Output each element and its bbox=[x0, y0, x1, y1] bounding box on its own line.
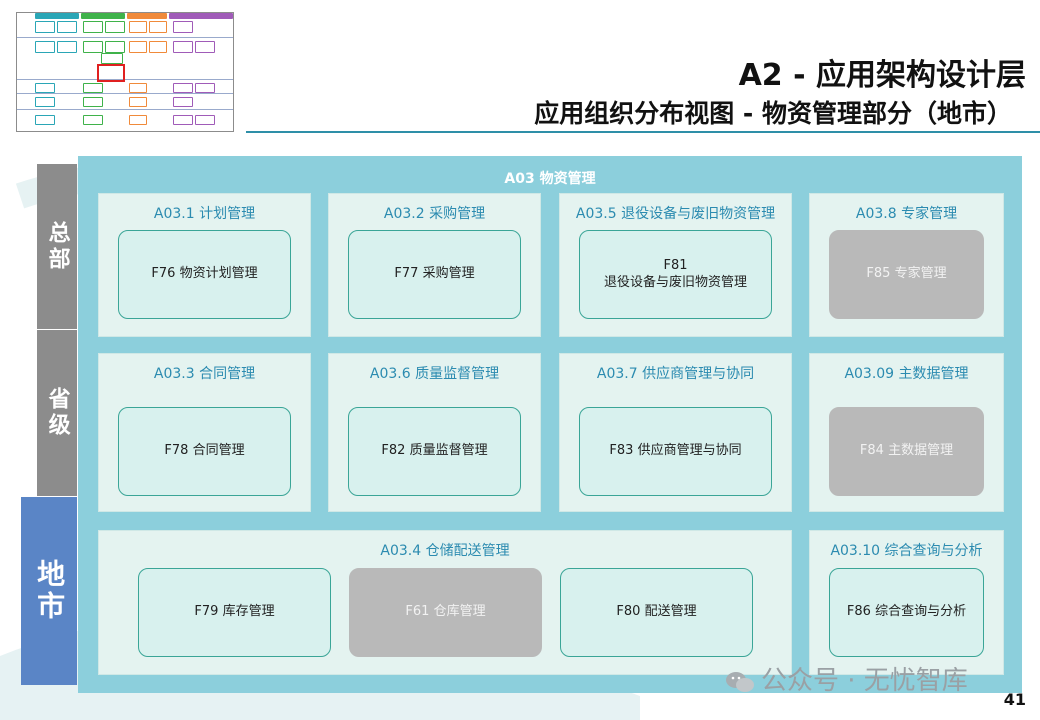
group-warehouse-distribution: A03.4 仓储配送管理 F79 库存管理 F61 仓库管理 F80 配送管理 bbox=[98, 530, 792, 675]
thumb-cell bbox=[101, 53, 123, 64]
function-box-unavailable[interactable]: F84 主数据管理 bbox=[829, 407, 984, 496]
group-title: A03.5 退役设备与废旧物资管理 bbox=[575, 206, 776, 222]
overview-thumbnail bbox=[16, 12, 234, 132]
group-plan: A03.1 计划管理 F76 物资计划管理 bbox=[98, 193, 311, 337]
thumb-cell bbox=[129, 115, 147, 125]
watermark: 公众号 · 无忧智库 bbox=[725, 660, 968, 697]
thumb-row bbox=[17, 37, 233, 38]
thumb-cell bbox=[195, 41, 215, 53]
level-city: 地市 bbox=[21, 497, 77, 685]
group-title: A03.7 供应商管理与协同 bbox=[596, 366, 755, 382]
thumb-cell bbox=[129, 21, 147, 33]
domain-title: A03 物资管理 bbox=[504, 171, 596, 187]
function-box-unavailable[interactable]: F85 专家管理 bbox=[829, 230, 984, 319]
group-procurement: A03.2 采购管理 F77 采购管理 bbox=[328, 193, 541, 337]
thumb-header bbox=[127, 13, 167, 19]
thumb-cell bbox=[83, 41, 103, 53]
group-supplier: A03.7 供应商管理与协同 F83 供应商管理与协同 bbox=[559, 353, 792, 512]
thumb-cell bbox=[83, 115, 103, 125]
thumb-cell bbox=[83, 97, 103, 107]
function-box[interactable]: F77 采购管理 bbox=[348, 230, 521, 319]
thumb-cell bbox=[149, 21, 167, 33]
thumb-row bbox=[17, 109, 233, 110]
group-title: A03.6 质量监督管理 bbox=[369, 366, 500, 382]
thumb-cell bbox=[35, 21, 55, 33]
page-title: A2 - 应用架构设计层 bbox=[738, 58, 1026, 93]
thumb-row bbox=[17, 93, 233, 94]
thumb-cell bbox=[173, 115, 193, 125]
thumb-cell bbox=[83, 21, 103, 33]
wechat-icon bbox=[726, 671, 754, 692]
thumb-cell bbox=[105, 21, 125, 33]
thumb-cell bbox=[129, 97, 147, 107]
group-title: A03.3 合同管理 bbox=[153, 366, 256, 382]
group-expert: A03.8 专家管理 F85 专家管理 bbox=[809, 193, 1004, 337]
thumb-cell bbox=[35, 41, 55, 53]
group-retired-equipment: A03.5 退役设备与废旧物资管理 F81 退役设备与废旧物资管理 bbox=[559, 193, 792, 337]
page-subtitle: 应用组织分布视图 - 物资管理部分（地市） bbox=[534, 99, 1012, 128]
thumb-row bbox=[17, 79, 233, 80]
thumb-cell bbox=[35, 97, 55, 107]
thumb-cell bbox=[105, 41, 125, 53]
thumb-header bbox=[169, 13, 233, 19]
group-title: A03.10 综合查询与分析 bbox=[830, 543, 983, 559]
watermark-text: 公众号 · 无忧智库 bbox=[761, 666, 968, 696]
function-box[interactable]: F81 退役设备与废旧物资管理 bbox=[579, 230, 772, 319]
function-box[interactable]: F76 物资计划管理 bbox=[118, 230, 291, 319]
function-box[interactable]: F83 供应商管理与协同 bbox=[579, 407, 772, 496]
thumb-cell bbox=[173, 97, 193, 107]
function-box-unavailable[interactable]: F61 仓库管理 bbox=[349, 568, 542, 657]
thumb-cell bbox=[173, 41, 193, 53]
thumb-cell bbox=[35, 83, 55, 93]
thumb-cell bbox=[129, 83, 147, 93]
group-master-data: A03.09 主数据管理 F84 主数据管理 bbox=[809, 353, 1004, 512]
page-number: 41 bbox=[1003, 690, 1026, 709]
title-divider bbox=[246, 131, 1040, 133]
domain-container: A03 物资管理 A03.1 计划管理 F76 物资计划管理 A03.2 采购管… bbox=[78, 156, 1022, 693]
function-box[interactable]: F82 质量监督管理 bbox=[348, 407, 521, 496]
thumb-cell bbox=[83, 83, 103, 93]
thumb-cell bbox=[35, 115, 55, 125]
thumb-cell bbox=[129, 41, 147, 53]
thumb-header bbox=[81, 13, 125, 19]
thumb-current-highlight bbox=[97, 64, 125, 82]
thumb-cell bbox=[173, 83, 193, 93]
group-quality: A03.6 质量监督管理 F82 质量监督管理 bbox=[328, 353, 541, 512]
thumb-cell bbox=[149, 41, 167, 53]
function-box[interactable]: F78 合同管理 bbox=[118, 407, 291, 496]
function-box[interactable]: F86 综合查询与分析 bbox=[829, 568, 984, 657]
group-contract: A03.3 合同管理 F78 合同管理 bbox=[98, 353, 311, 512]
level-province: 省级 bbox=[37, 330, 77, 496]
thumb-cell bbox=[195, 115, 215, 125]
thumb-header bbox=[35, 13, 79, 19]
function-box[interactable]: F79 库存管理 bbox=[138, 568, 331, 657]
level-headquarters: 总部 bbox=[37, 164, 77, 329]
group-title: A03.2 采购管理 bbox=[383, 206, 486, 222]
group-title: A03.1 计划管理 bbox=[153, 206, 256, 222]
thumb-cell bbox=[173, 21, 193, 33]
function-box[interactable]: F80 配送管理 bbox=[560, 568, 753, 657]
thumb-cell bbox=[57, 21, 77, 33]
group-title: A03.4 仓储配送管理 bbox=[380, 543, 510, 559]
thumb-cell bbox=[195, 83, 215, 93]
group-title: A03.09 主数据管理 bbox=[844, 366, 969, 382]
group-title: A03.8 专家管理 bbox=[855, 206, 958, 222]
thumb-cell bbox=[57, 41, 77, 53]
group-query-analysis: A03.10 综合查询与分析 F86 综合查询与分析 bbox=[809, 530, 1004, 675]
